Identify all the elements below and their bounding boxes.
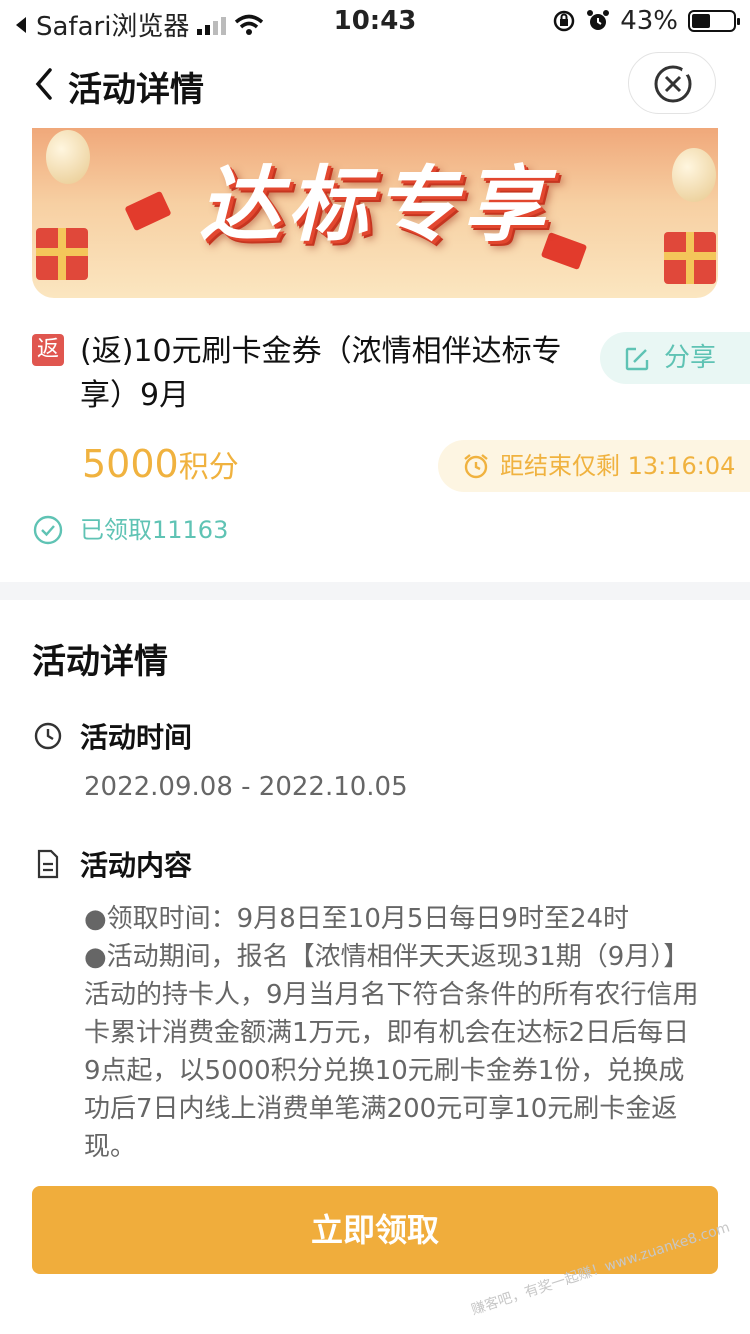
points-price: 5000积分 (82, 442, 239, 486)
close-button[interactable] (628, 52, 716, 114)
clock-icon (34, 722, 62, 750)
document-icon (37, 849, 59, 879)
points-value: 5000 (82, 442, 179, 486)
status-bar: Safari浏览器 10:43 43% (0, 0, 750, 44)
share-label: 分享 (664, 343, 717, 373)
activity-time-label: 活动时间 (80, 721, 193, 754)
details-section-title: 活动详情 (32, 642, 168, 682)
content-line: ●活动期间，报名【浓情相伴天天返现31期（9月）】活动的持卡人，9月当月名下符合… (84, 942, 699, 1162)
content-line: ●领取时间：9月8日至10月5日每日9时至24时 (84, 904, 630, 934)
alarm-icon (587, 10, 610, 30)
activity-content-label: 活动内容 (80, 849, 193, 882)
banner-title: 达标专享 (199, 158, 551, 253)
countdown-badge: 距结束仅剩 13:16:04 (438, 440, 750, 492)
activity-time-range: 2022.09.08 - 2022.10.05 (84, 772, 408, 802)
activity-content-text: ●领取时间：9月8日至10月5日每日9时至24时 ●活动期间，报名【浓情相伴天天… (84, 900, 704, 1166)
rebate-tag: 返 (32, 334, 64, 366)
countdown-text: 距结束仅剩 13:16:04 (500, 452, 736, 480)
status-right: 43% (552, 6, 740, 36)
claimed-text: 已领取11163 (80, 516, 229, 544)
alarm-clock-icon (464, 454, 488, 479)
chevron-left-icon (35, 68, 52, 100)
page-title: 活动详情 (68, 70, 204, 110)
check-circle-icon (33, 515, 63, 545)
top-panel: Safari浏览器 10:43 43% 活动详情 达标专享 返 (返)10元刷卡… (0, 0, 750, 582)
orientation-lock-icon (553, 10, 575, 32)
points-unit: 积分 (178, 450, 239, 485)
close-icon (654, 65, 692, 103)
battery-icon (688, 10, 740, 32)
back-button[interactable] (30, 64, 60, 104)
nav-bar: 活动详情 (0, 52, 750, 122)
share-button[interactable]: 分享 (600, 332, 750, 384)
battery-percent: 43% (620, 6, 678, 36)
bottom-bar: 立即领取 赚客吧，有奖一起赚！www.zuanke8.com (0, 1166, 750, 1334)
share-edit-icon (625, 347, 649, 371)
promo-banner: 达标专享 (32, 128, 718, 298)
product-title: (返)10元刷卡金券（浓情相伴达标专享）9月 (80, 334, 562, 413)
